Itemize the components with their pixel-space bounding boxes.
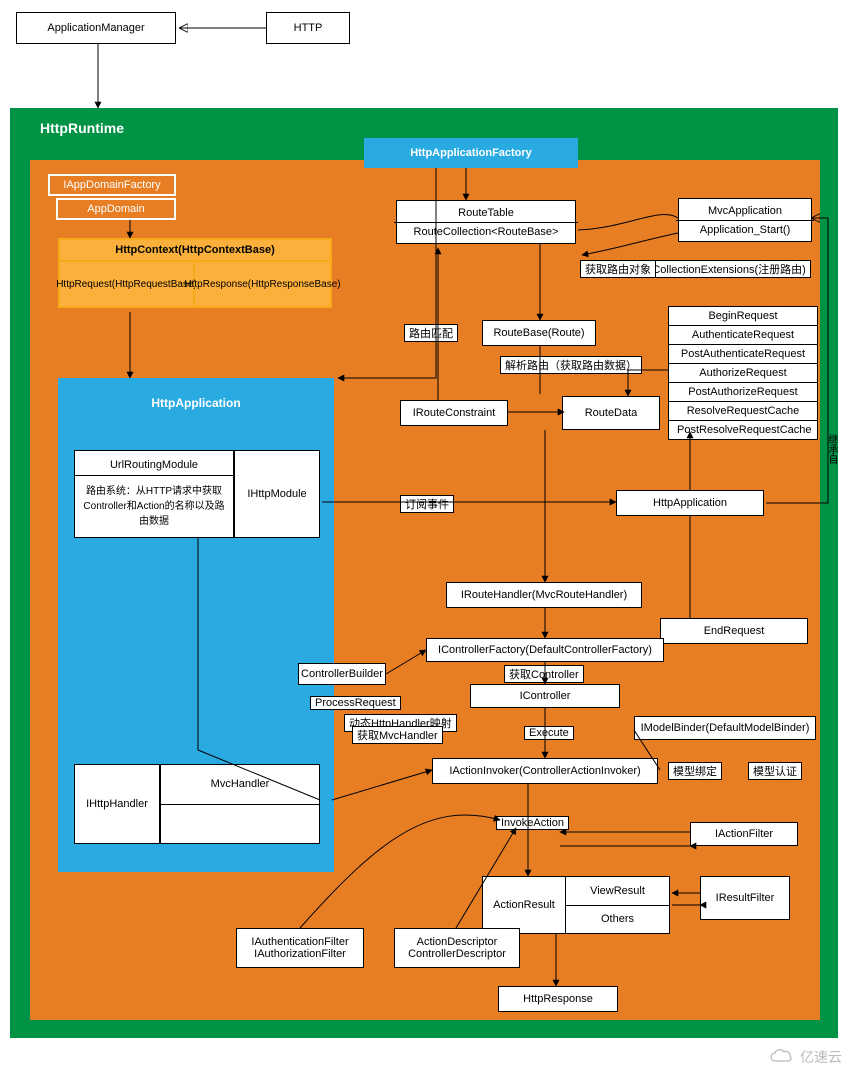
arrows-svg [0, 0, 848, 1071]
watermark: 亿速云 [770, 1047, 842, 1067]
watermark-text: 亿速云 [800, 1047, 842, 1067]
